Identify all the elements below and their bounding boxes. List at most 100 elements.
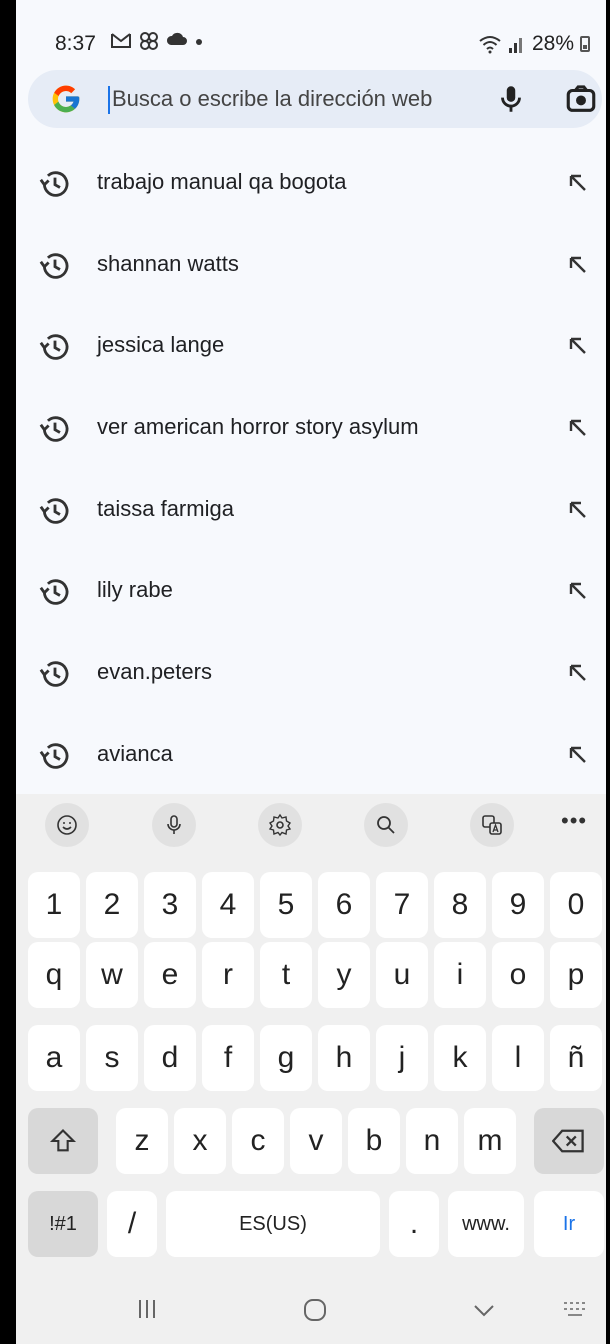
keyboard-search-button[interactable] [364,803,408,847]
status-right: 28% [478,32,590,56]
backspace-icon [552,1129,584,1153]
key-c[interactable]: c [232,1108,284,1174]
key-8[interactable]: 8 [434,872,486,938]
key-3[interactable]: 3 [144,872,196,938]
key-g[interactable]: g [260,1025,312,1091]
voice-search-mic-icon[interactable] [494,82,528,116]
status-time: 8:37 [55,32,96,55]
more-icon[interactable]: ••• [561,808,587,834]
key-t[interactable]: t [260,942,312,1008]
text-caret [108,86,110,114]
history-icon [39,334,69,361]
key-a[interactable]: a [28,1025,80,1091]
suggestion-list: trabajo manual qa bogota shannan watts jes… [16,141,606,795]
key-d[interactable]: d [144,1025,196,1091]
key-5[interactable]: 5 [260,872,312,938]
suggestion-text: ver american horror story asylum [97,414,419,440]
key-z[interactable]: z [116,1108,168,1174]
emoji-button[interactable] [45,803,89,847]
gmail-icon [111,33,131,48]
suggestion-text: lily rabe [97,577,173,603]
translate-button[interactable] [470,803,514,847]
suggestion-row[interactable]: taissa farmiga [16,468,606,550]
key-y[interactable]: y [318,942,370,1008]
suggestion-text: trabajo manual qa bogota [97,169,347,194]
key-0[interactable]: 0 [550,872,602,938]
key-b[interactable]: b [348,1108,400,1174]
keyboard-settings-button[interactable] [258,803,302,847]
suggestion-row[interactable]: evan.peters [16,631,606,713]
suggestion-row[interactable]: lily rabe [16,549,606,631]
google-logo-icon [52,85,80,113]
key-s[interactable]: s [86,1025,138,1091]
battery-percent: 28% [531,32,574,55]
backspace-key[interactable] [534,1108,604,1174]
shift-key[interactable] [28,1108,98,1174]
settings-icon [268,813,292,837]
voice-input-button[interactable] [152,803,196,847]
soft-keyboard: ••• 1234567890 qwertyuiop asdfghjklñ zxcvbn… [16,794,606,1344]
key-ñ[interactable]: ñ [550,1025,602,1091]
www-key[interactable]: www. [448,1191,524,1257]
key-x[interactable]: x [174,1108,226,1174]
key-u[interactable]: u [376,942,428,1008]
slash-key[interactable]: / [107,1191,157,1257]
key-2[interactable]: 2 [86,872,138,938]
key-k[interactable]: k [434,1025,486,1091]
key-1[interactable]: 1 [28,872,80,938]
suggestion-row[interactable]: trabajo manual qa bogota [16,141,606,223]
omnibox[interactable] [28,70,602,128]
search-icon [377,816,395,834]
shift-icon [49,1129,77,1152]
key-q[interactable]: q [28,942,80,1008]
fill-in-arrow-icon[interactable] [566,171,590,195]
key-m[interactable]: m [464,1108,516,1174]
pinwheel-icon [140,32,158,50]
fill-in-arrow-icon[interactable] [566,498,590,522]
key-v[interactable]: v [290,1108,342,1174]
fill-in-arrow-icon[interactable] [566,579,590,603]
home-icon[interactable] [303,1298,327,1322]
lens-camera-icon[interactable] [564,82,598,116]
key-j[interactable]: j [376,1025,428,1091]
key-p[interactable]: p [550,942,602,1008]
key-n[interactable]: n [406,1108,458,1174]
key-w[interactable]: w [86,942,138,1008]
fill-in-arrow-icon[interactable] [566,334,590,358]
key-l[interactable]: l [492,1025,544,1091]
keyboard-switch-icon[interactable] [562,1298,590,1320]
suggestion-row[interactable]: shannan watts [16,223,606,305]
dot-icon [196,39,202,45]
history-icon [39,579,69,606]
fill-in-arrow-icon[interactable] [566,253,590,277]
key-7[interactable]: 7 [376,872,428,938]
key-h[interactable]: h [318,1025,370,1091]
suggestion-row[interactable]: avianca [16,713,606,795]
key-e[interactable]: e [144,942,196,1008]
search-input[interactable] [112,78,472,120]
key-6[interactable]: 6 [318,872,370,938]
period-key[interactable]: . [389,1191,439,1257]
suggestion-text: evan.peters [97,659,212,685]
wifi-icon [479,36,501,54]
suggestion-text: taissa farmiga [97,495,234,521]
symbols-key[interactable]: !#1 [28,1191,98,1257]
key-r[interactable]: r [202,942,254,1008]
space-key[interactable]: ES(US) [166,1191,380,1257]
suggestion-row[interactable]: ver american horror story asylum [16,386,606,468]
fill-in-arrow-icon[interactable] [566,743,590,767]
suggestion-row[interactable]: jessica lange [16,304,606,386]
back-hide-keyboard-icon[interactable] [472,1298,496,1322]
fill-in-arrow-icon[interactable] [566,416,590,440]
key-f[interactable]: f [202,1025,254,1091]
recent-apps-icon[interactable] [136,1298,158,1320]
key-i[interactable]: i [434,942,486,1008]
key-o[interactable]: o [492,942,544,1008]
key-4[interactable]: 4 [202,872,254,938]
key-9[interactable]: 9 [492,872,544,938]
history-icon [39,661,69,687]
history-icon [39,743,69,769]
battery-icon [580,36,590,52]
go-key[interactable]: Ir [534,1191,604,1257]
fill-in-arrow-icon[interactable] [566,661,590,685]
